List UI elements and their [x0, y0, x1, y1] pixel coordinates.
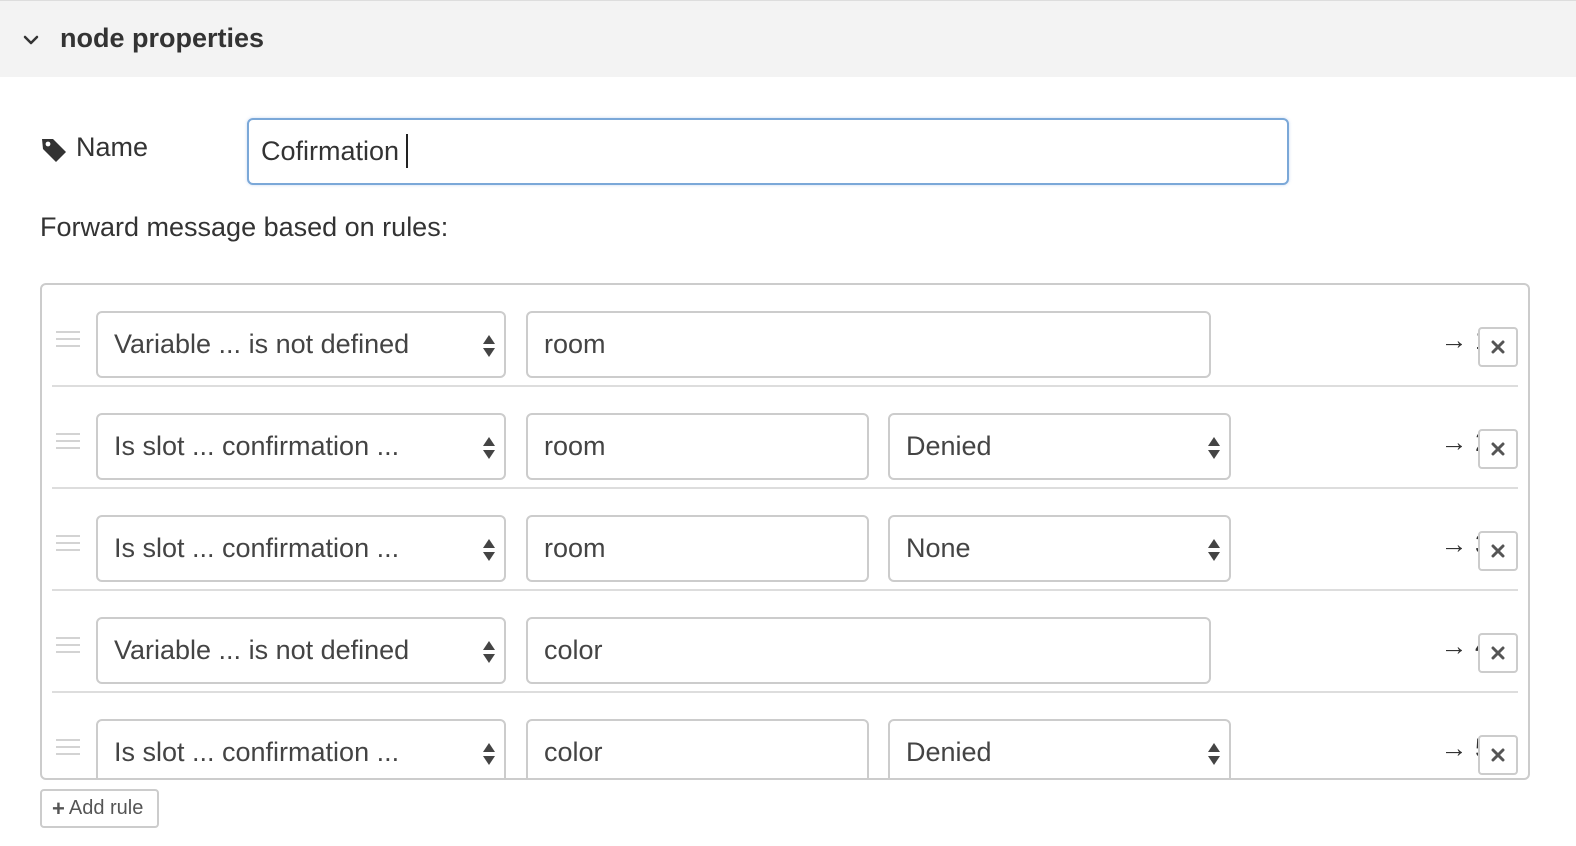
name-label: Name — [76, 132, 149, 162]
rule-value-text: room — [544, 329, 606, 359]
select-arrows-icon — [483, 641, 495, 663]
rule-value-text: color — [544, 635, 603, 665]
drag-handle-icon[interactable] — [56, 637, 80, 655]
rule-value-text: room — [544, 431, 606, 461]
close-icon — [1491, 340, 1505, 354]
rule-value-text: room — [544, 533, 606, 563]
rule-condition-value: Is slot ... confirmation ... — [114, 533, 400, 563]
rule-state-value: Denied — [906, 431, 992, 461]
drag-handle-icon[interactable] — [56, 331, 80, 349]
close-icon — [1491, 544, 1505, 558]
delete-rule-button[interactable] — [1478, 531, 1518, 571]
close-icon — [1491, 646, 1505, 660]
rule-row: Is slot ... confirmation ... room Denied… — [42, 387, 1528, 489]
close-icon — [1491, 748, 1505, 762]
rule-row: Variable ... is not defined color → 4 — [42, 591, 1528, 693]
delete-rule-button[interactable] — [1478, 429, 1518, 469]
rule-value-input[interactable]: color — [526, 719, 869, 778]
tag-icon — [42, 139, 66, 162]
rule-condition-value: Variable ... is not defined — [114, 329, 410, 359]
rule-value-input[interactable]: room — [526, 413, 869, 480]
rule-state-select[interactable]: Denied — [888, 719, 1231, 778]
delete-rule-button[interactable] — [1478, 633, 1518, 673]
rule-condition-select[interactable]: Variable ... is not defined — [96, 617, 506, 684]
rule-value-input[interactable]: room — [526, 311, 1211, 378]
add-rule-button[interactable]: + Add rule — [40, 789, 159, 828]
select-arrows-icon — [483, 539, 495, 561]
select-arrows-icon — [1208, 539, 1220, 561]
delete-rule-button[interactable] — [1478, 735, 1518, 775]
drag-handle-icon[interactable] — [56, 433, 80, 451]
rule-value-text: color — [544, 737, 603, 767]
rule-condition-select[interactable]: Is slot ... confirmation ... — [96, 515, 506, 582]
name-input[interactable] — [247, 118, 1289, 185]
section-title: node properties — [60, 23, 265, 53]
rule-row: Is slot ... confirmation ... room None →… — [42, 489, 1528, 591]
rule-row: Variable ... is not defined room → 1 — [42, 285, 1528, 387]
text-caret — [406, 134, 408, 168]
rule-condition-select[interactable]: Variable ... is not defined — [96, 311, 506, 378]
rule-state-value: None — [906, 533, 971, 563]
rule-state-value: Denied — [906, 737, 992, 767]
select-arrows-icon — [1208, 743, 1220, 765]
select-arrows-icon — [483, 437, 495, 459]
rules-list[interactable]: Variable ... is not defined room → 1 Is … — [40, 283, 1530, 780]
rule-value-input[interactable]: color — [526, 617, 1211, 684]
select-arrows-icon — [1208, 437, 1220, 459]
plus-icon: + — [52, 795, 65, 821]
add-rule-label: Add rule — [68, 797, 144, 819]
rule-condition-select[interactable]: Is slot ... confirmation ... — [96, 719, 506, 778]
rule-value-input[interactable]: room — [526, 515, 869, 582]
close-icon — [1491, 442, 1505, 456]
rules-label: Forward message based on rules: — [40, 212, 449, 242]
select-arrows-icon — [483, 743, 495, 765]
rule-condition-value: Variable ... is not defined — [114, 635, 410, 665]
select-arrows-icon — [483, 335, 495, 357]
chevron-down-icon[interactable] — [20, 29, 42, 51]
section-header[interactable]: node properties — [0, 0, 1576, 77]
rule-condition-select[interactable]: Is slot ... confirmation ... — [96, 413, 506, 480]
rule-state-select[interactable]: None — [888, 515, 1231, 582]
drag-handle-icon[interactable] — [56, 739, 80, 757]
drag-handle-icon[interactable] — [56, 535, 80, 553]
rule-row: Is slot ... confirmation ... color Denie… — [42, 693, 1528, 778]
delete-rule-button[interactable] — [1478, 327, 1518, 367]
rule-condition-value: Is slot ... confirmation ... — [114, 431, 400, 461]
rule-condition-value: Is slot ... confirmation ... — [114, 737, 400, 767]
rule-state-select[interactable]: Denied — [888, 413, 1231, 480]
